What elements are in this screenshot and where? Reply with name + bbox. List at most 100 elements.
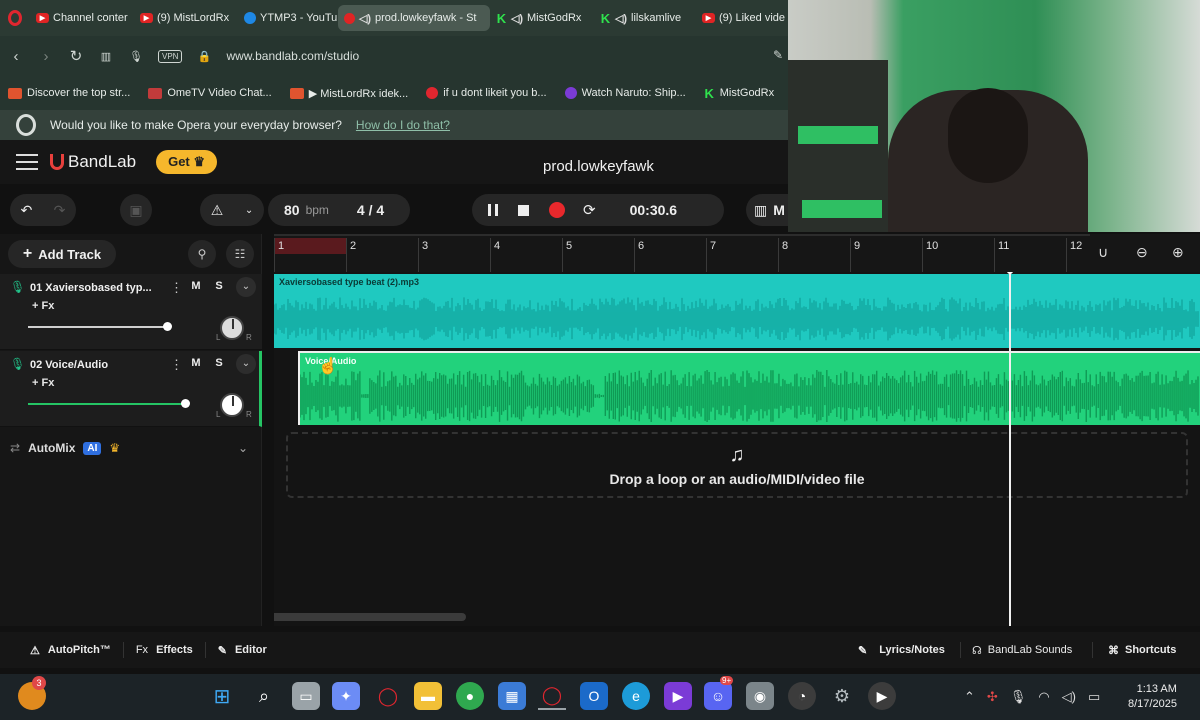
browser-tab[interactable]: ▶ (9) Liked vide (696, 5, 788, 31)
more-options-icon[interactable]: ⋮ (170, 280, 183, 296)
bandlab-sounds-button[interactable]: ☊ BandLab Sounds (972, 632, 1072, 668)
timeline-ruler[interactable]: 1 2 3 4 5 6 7 8 9 10 11 12 ∪ ⊖ ⊕ (274, 234, 1200, 274)
shortcuts-button[interactable]: ⌘ Shortcuts (1108, 632, 1176, 668)
browser-tab[interactable]: K ◁) MistGodRx (490, 5, 594, 31)
magnet-snap-icon[interactable]: ∪ (1098, 244, 1108, 261)
opera-menu-icon[interactable] (0, 0, 30, 36)
mute-button[interactable]: M (187, 357, 205, 373)
audio-clip-beat[interactable]: Xaviersobased type beat (2).mp3 (274, 274, 1200, 348)
pause-icon[interactable] (488, 204, 498, 216)
track-lanes[interactable]: Xaviersobased type beat (2).mp3 Voice/Au… (274, 272, 1200, 626)
taskbar-clock[interactable]: 1:13 AM 8/17/2025 (1128, 682, 1177, 712)
battery-icon[interactable]: ▭ (1088, 689, 1100, 705)
track-header-2[interactable]: 🎙 02 Voice/Audio ⋮ M S ⌄ + Fx L R (0, 351, 262, 427)
app-tray-icon[interactable]: ✣ (987, 689, 998, 705)
undo-icon[interactable]: ↶ (21, 202, 33, 219)
playhead[interactable] (1007, 272, 1013, 626)
stop-icon[interactable] (518, 204, 529, 216)
loop-icon[interactable]: ⟳ (583, 201, 596, 219)
zoom-in-icon[interactable]: ⊕ (1172, 244, 1184, 261)
zoom-out-icon[interactable]: ⊖ (1136, 244, 1148, 261)
bookmark-item[interactable]: if u dont likeit you b... (426, 87, 547, 99)
task-view-icon[interactable]: ▭ (292, 682, 320, 710)
filter-icon[interactable]: ☷ (226, 240, 254, 268)
ruler-marks[interactable]: 1 2 3 4 5 6 7 8 9 10 11 12 (274, 234, 1090, 274)
url-field[interactable]: www.bandlab.com/studio (226, 49, 359, 63)
opera-gx-icon[interactable]: ◯ (374, 682, 402, 710)
volume-slider-handle[interactable] (181, 399, 190, 408)
opera-help-link[interactable]: How do I do that? (356, 118, 450, 132)
reader-icon[interactable]: ▥ (98, 50, 114, 63)
weather-widget-icon[interactable]: 3 (18, 676, 46, 710)
add-track-button[interactable]: + Add Track (8, 240, 116, 268)
volume-icon[interactable]: ◁) (1062, 689, 1076, 705)
mic-icon[interactable]: 🎙 (128, 50, 144, 63)
bookmark-item[interactable]: Discover the top str... (8, 87, 130, 99)
chevron-down-icon[interactable]: ⌄ (236, 354, 256, 374)
obs-icon[interactable]: ◔ (788, 682, 816, 710)
outlook-icon[interactable]: O (580, 682, 608, 710)
track-name[interactable]: 01 Xaviersobased typ... (30, 282, 162, 294)
edge-icon[interactable]: e (622, 682, 650, 710)
effects-button[interactable]: Fx Effects (124, 632, 205, 668)
autopitch-button[interactable]: ⚠ AutoPitch™ (0, 632, 123, 668)
settings-icon[interactable]: ⚙ (828, 682, 856, 710)
automix-row[interactable]: ⇄ AutoMix AI ♛ ⌄ (0, 434, 262, 462)
store-icon[interactable]: ▦ (498, 682, 526, 710)
file-explorer-icon[interactable]: ▬ (414, 682, 442, 710)
media-player-icon[interactable]: ▶ (868, 682, 896, 710)
opera-icon[interactable]: ◯ (538, 682, 566, 710)
more-options-icon[interactable]: ⋮ (170, 357, 183, 373)
mute-button[interactable]: M (187, 280, 205, 296)
browser-tab[interactable]: ▶ (9) MistLordRx (134, 5, 238, 31)
redo-icon[interactable]: ↷ (54, 202, 66, 219)
project-title[interactable]: prod.lowkeyfawk (543, 158, 654, 175)
pan-knob[interactable] (220, 393, 244, 417)
mic-icon[interactable]: 🎙 (1010, 689, 1027, 705)
track-header-1[interactable]: 🎙 01 Xaviersobased typ... ⋮ M S ⌄ + Fx L… (0, 274, 262, 350)
search-icon[interactable]: ⌕ (250, 682, 278, 710)
vpn-badge[interactable]: VPN (158, 49, 183, 63)
add-fx-button[interactable]: + Fx (32, 300, 54, 312)
copilot-icon[interactable]: ✦ (332, 682, 360, 710)
loop-region[interactable] (274, 238, 346, 254)
clipchamp-icon[interactable]: ▶ (664, 682, 692, 710)
browser-tab[interactable]: ▶ Channel conter (30, 5, 134, 31)
chevron-down-icon[interactable]: ⌄ (236, 277, 256, 297)
wifi-icon[interactable]: ◠ (1038, 689, 1049, 705)
chevron-up-icon[interactable]: ⌃ (964, 689, 975, 705)
pan-knob[interactable] (220, 316, 244, 340)
tuner-icon[interactable]: ⚲ (188, 240, 216, 268)
windows-start-icon[interactable]: ⊞ (208, 682, 236, 710)
browser-tab[interactable]: YTMP3 - YouTu (238, 5, 338, 31)
forward-icon[interactable]: › (38, 48, 54, 65)
edit-url-icon[interactable]: ✎ (773, 48, 783, 62)
reload-icon[interactable]: ↻ (68, 47, 84, 65)
bookmark-item[interactable]: OmeTV Video Chat... (148, 87, 272, 99)
bookmark-item[interactable]: ▶ MistLordRx idek... (289, 87, 408, 100)
track-name[interactable]: 02 Voice/Audio (30, 359, 162, 371)
volume-slider[interactable] (28, 322, 172, 331)
add-fx-button[interactable]: + Fx (32, 377, 54, 389)
volume-slider-handle[interactable] (163, 322, 172, 331)
solo-button[interactable]: S (210, 357, 228, 373)
chevron-down-icon[interactable]: ⌄ (238, 441, 248, 455)
bookmark-item[interactable]: K MistGodRx (704, 86, 775, 101)
camera-icon[interactable]: ◉ (746, 682, 774, 710)
discord-icon[interactable]: ☺ 9+ (704, 676, 734, 710)
tempo-control[interactable]: 80 bpm 4 / 4 (268, 194, 410, 226)
metronome-control[interactable]: ⚠ ⌄ (200, 194, 264, 226)
record-button[interactable] (549, 202, 565, 218)
browser-tab[interactable]: K ◁) lilskamlive (594, 5, 696, 31)
browser-tab-active[interactable]: ◁) prod.lowkeyfawk - St (338, 5, 490, 31)
menu-icon[interactable] (16, 154, 38, 170)
drop-zone[interactable]: ♫ Drop a loop or an audio/MIDI/video fil… (286, 432, 1188, 498)
bookmark-item[interactable]: Watch Naruto: Ship... (564, 87, 686, 99)
volume-slider[interactable] (28, 399, 190, 408)
bandlab-logo[interactable]: BandLab (50, 152, 136, 172)
solo-button[interactable]: S (210, 280, 228, 296)
duplicate-icon[interactable]: ▣ (120, 194, 152, 226)
horizontal-scrollbar[interactable] (274, 613, 466, 621)
lyrics-notes-button[interactable]: ✎ Lyrics/Notes (858, 632, 945, 668)
chrome-icon[interactable]: ● (456, 682, 484, 710)
